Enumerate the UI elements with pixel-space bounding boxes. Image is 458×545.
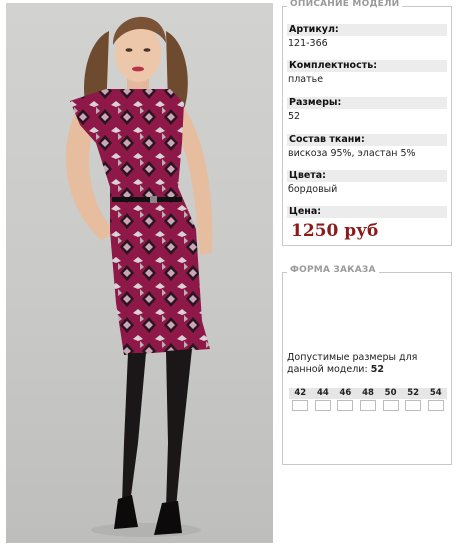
size-header-54: 54 bbox=[429, 388, 442, 398]
size-header-52: 52 bbox=[407, 388, 420, 398]
colors-value: бордовый bbox=[288, 184, 338, 195]
size-header-50: 50 bbox=[384, 388, 397, 398]
size-cell-42 bbox=[289, 400, 312, 411]
size-input-54[interactable] bbox=[427, 400, 444, 411]
allowed-sizes-label: Допустимые размеры для данной модели: bbox=[287, 352, 418, 375]
size-input-50[interactable] bbox=[382, 400, 399, 411]
size-input-42[interactable] bbox=[292, 400, 309, 411]
completeness-label: Комплектность: bbox=[287, 60, 447, 72]
model-description-panel: ОПИСАНИЕ МОДЕЛИ Артикул: 121-366 Комплек… bbox=[282, 0, 452, 246]
size-input-48[interactable] bbox=[360, 400, 377, 411]
model-illustration bbox=[65, 16, 213, 537]
description-legend: ОПИСАНИЕ МОДЕЛИ bbox=[287, 0, 403, 9]
article-value: 121-366 bbox=[288, 38, 328, 49]
size-cell-46 bbox=[334, 400, 357, 411]
order-form-panel: ФОРМА ЗАКАЗА Допустимые размеры для данн… bbox=[282, 265, 452, 465]
completeness-value: платье bbox=[288, 74, 324, 85]
size-header-44: 44 bbox=[316, 388, 329, 398]
size-input-44[interactable] bbox=[314, 400, 331, 411]
price-value: 1250 руб bbox=[291, 221, 379, 241]
size-cell-44 bbox=[312, 400, 335, 411]
size-header-46: 46 bbox=[339, 388, 352, 398]
size-header-48: 48 bbox=[362, 388, 374, 398]
order-form-legend: ФОРМА ЗАКАЗА bbox=[287, 265, 379, 275]
size-input-52[interactable] bbox=[405, 400, 422, 411]
allowed-sizes-value: 52 bbox=[370, 364, 384, 375]
size-cell-52 bbox=[402, 400, 425, 411]
size-cell-54 bbox=[424, 400, 447, 411]
fabric-value: вискоза 95%, эластан 5% bbox=[288, 148, 416, 159]
size-input-46[interactable] bbox=[337, 400, 354, 411]
size-cell-50 bbox=[379, 400, 402, 411]
size-header-row: 42 44 46 48 50 52 54 bbox=[289, 388, 447, 399]
allowed-sizes-text: Допустимые размеры для данной модели: 52 bbox=[287, 352, 449, 376]
colors-label: Цвета: bbox=[287, 170, 447, 182]
size-cell-48 bbox=[357, 400, 380, 411]
price-label: Цена: bbox=[287, 206, 447, 218]
size-header-42: 42 bbox=[294, 388, 307, 398]
product-photo bbox=[6, 3, 273, 543]
article-label: Артикул: bbox=[287, 24, 447, 36]
size-selector: 42 44 46 48 50 52 54 bbox=[289, 388, 447, 411]
sizes-value: 52 bbox=[288, 111, 301, 122]
size-input-row bbox=[289, 400, 447, 411]
fabric-label: Состав ткани: bbox=[287, 134, 447, 146]
sizes-label: Размеры: bbox=[287, 97, 447, 109]
